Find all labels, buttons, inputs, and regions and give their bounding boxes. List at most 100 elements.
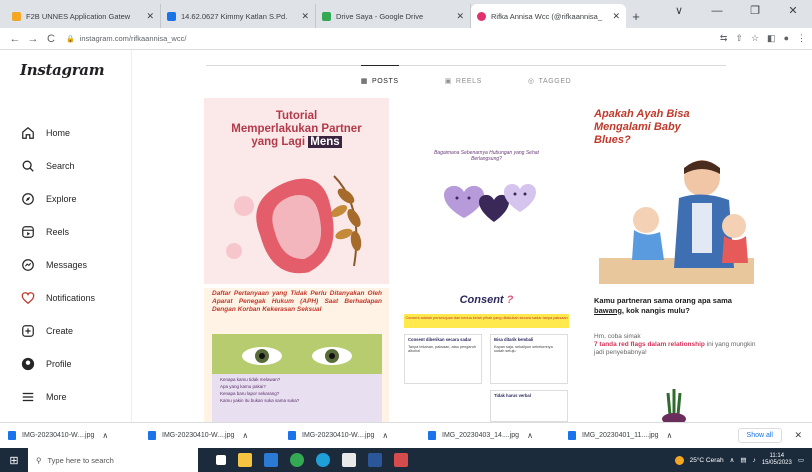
chevron-up-icon[interactable]: ∧ <box>667 431 673 440</box>
address-bar-row: ← → C 🔒 instagram.com/rifkaannisa_wcc/ ⇆ … <box>0 28 812 50</box>
show-all-downloads-button[interactable]: Show all <box>737 428 782 443</box>
task-view-icon[interactable] <box>216 455 226 465</box>
list-item: Kenapa kamu tidak melawan? <box>220 377 281 382</box>
sanitary-pad-illustration <box>226 175 362 274</box>
weather-text[interactable]: 25°C Cerah <box>690 457 724 464</box>
tab-search-button[interactable]: ∨ <box>660 0 698 22</box>
download-item[interactable]: IMG_20230401_11....jpg ∧ <box>568 431 708 440</box>
chevron-up-icon[interactable]: ∧ <box>102 431 108 440</box>
word-icon[interactable] <box>368 453 382 467</box>
instagram-logo[interactable]: Instagram <box>20 61 105 79</box>
post-tile[interactable]: Consent ? Consent adalah persetujuan dar… <box>394 288 579 422</box>
close-tab-icon[interactable]: ✕ <box>456 11 464 22</box>
clock[interactable]: 11:14 15/05/2023 <box>762 453 792 467</box>
highlight-banner: Consent adalah persetujuan dari kedua be… <box>404 314 569 328</box>
chevron-up-icon[interactable]: ∧ <box>242 431 248 440</box>
back-arrow-icon[interactable]: ← <box>6 33 24 45</box>
info-box: Tidak harus verbal <box>490 390 568 422</box>
browser-tab[interactable]: F2B UNNES Application Gatew ✕ <box>6 4 161 28</box>
tab-reels[interactable]: ▣ REELS <box>445 66 482 87</box>
sidebar-item-reels[interactable]: Reels <box>20 224 69 240</box>
store-icon[interactable] <box>342 453 356 467</box>
browser-tab[interactable]: Drive Saya - Google Drive ✕ <box>316 4 471 28</box>
file-explorer-icon[interactable] <box>238 453 252 467</box>
sidebar-item-profile[interactable]: Profile <box>20 356 72 372</box>
onion-illustration <box>662 389 686 422</box>
download-item[interactable]: IMG-20230410-W....jpg ∧ <box>8 431 148 440</box>
sidebar-toggle-icon[interactable]: ◧ <box>767 33 776 44</box>
sidebar-item-create[interactable]: Create <box>20 323 73 339</box>
instagram-sidebar: Instagram Home Search Explore Reels Mess… <box>0 50 132 422</box>
post-tile[interactable]: Apakah Ayah Bisa Mengalami Baby Blues? <box>584 98 769 284</box>
chrome-icon[interactable] <box>290 453 304 467</box>
post-tile[interactable]: Bagaimana Sebenarnya Hubungan yang Sehat… <box>394 98 579 284</box>
bookmark-star-icon[interactable]: ☆ <box>751 33 759 44</box>
close-tab-icon[interactable]: ✕ <box>612 11 620 22</box>
new-tab-button[interactable]: + <box>626 4 646 28</box>
minimize-button[interactable]: — <box>698 0 736 22</box>
profile-tabs: ▦ POSTS ▣ REELS ◎ TAGGED <box>206 65 726 87</box>
download-item[interactable]: IMG-20230410-W....jpg ∧ <box>288 431 428 440</box>
post-title: Tutorial Memperlakukan Partner yang Lagi… <box>231 110 362 148</box>
volume-icon[interactable]: ♪ <box>753 457 756 464</box>
search-icon: ⚲ <box>36 455 42 465</box>
close-downloads-icon[interactable]: ✕ <box>794 430 802 441</box>
profile-avatar-icon[interactable]: ● <box>784 33 789 44</box>
post-title: Apakah Ayah Bisa Mengalami Baby Blues? <box>594 108 690 146</box>
reload-icon[interactable]: C <box>42 33 60 45</box>
mail-icon[interactable] <box>264 453 278 467</box>
post-body: Hm, coba simak 7 tanda red flags dalam r… <box>594 333 756 356</box>
image-file-icon <box>428 431 436 440</box>
close-window-button[interactable]: ✕ <box>774 0 812 22</box>
post-heading: Daftar Pertanyaan yang Tidak Perlu Ditan… <box>212 290 382 313</box>
browser-tab-strip: F2B UNNES Application Gatew ✕ 14.62.0627 … <box>0 0 812 28</box>
tagged-icon: ◎ <box>527 78 535 85</box>
search-icon <box>20 158 36 174</box>
sidebar-item-messages[interactable]: Messages <box>20 257 87 273</box>
chevron-up-icon[interactable]: ∧ <box>382 431 388 440</box>
notifications-icon[interactable]: ▭ <box>798 456 804 464</box>
home-icon <box>20 125 36 141</box>
close-tab-icon[interactable]: ✕ <box>146 11 154 22</box>
sidebar-item-explore[interactable]: Explore <box>20 191 77 207</box>
info-box: Bisa ditarik kembali Kapan saja, sekalipu… <box>490 334 568 384</box>
chevron-up-icon[interactable]: ∧ <box>730 456 735 464</box>
browser-tab-active[interactable]: Rifka Annisa Wcc (@rifkaannisa_ ✕ <box>471 4 626 28</box>
translate-icon[interactable]: ⇆ <box>720 33 728 44</box>
list-item: Kenapa baru lapor sekarang? <box>220 391 280 396</box>
post-tile[interactable]: Kamu partneran sama orang apa sama bawan… <box>584 288 769 422</box>
image-file-icon <box>148 431 156 440</box>
instagram-page: Instagram Home Search Explore Reels Mess… <box>0 50 812 422</box>
download-item[interactable]: IMG-20230410-W....jpg ∧ <box>148 431 288 440</box>
image-file-icon <box>288 431 296 440</box>
tab-posts[interactable]: ▦ POSTS <box>360 65 399 87</box>
post-title: Consent ? <box>459 294 514 306</box>
sidebar-item-search[interactable]: Search <box>20 158 75 174</box>
downloads-bar: IMG-20230410-W....jpg ∧ IMG-20230410-W...… <box>0 422 812 448</box>
url-field[interactable]: 🔒 instagram.com/rifkaannisa_wcc/ <box>66 31 710 47</box>
restore-button[interactable]: ❐ <box>736 0 774 22</box>
sidebar-item-notifications[interactable]: Notifications <box>20 290 95 306</box>
post-tile[interactable]: Daftar Pertanyaan yang Tidak Perlu Ditan… <box>204 288 389 422</box>
heart-icon <box>20 290 36 306</box>
taskbar-search-field[interactable]: ⚲ Type here to search <box>28 448 198 472</box>
sidebar-item-home[interactable]: Home <box>20 125 70 141</box>
forward-arrow-icon[interactable]: → <box>24 33 42 45</box>
close-tab-icon[interactable]: ✕ <box>301 11 309 22</box>
image-file-icon <box>568 431 576 440</box>
browser-tab[interactable]: 14.62.0627 Kimmy Katlan S.Pd. ✕ <box>161 4 316 28</box>
app-icon[interactable] <box>394 453 408 467</box>
kebab-menu-icon[interactable]: ⋮ <box>797 33 806 44</box>
tab-tagged[interactable]: ◎ TAGGED <box>528 66 571 87</box>
sidebar-item-more[interactable]: More <box>20 389 67 405</box>
lock-icon: 🔒 <box>66 35 75 43</box>
chevron-up-icon[interactable]: ∧ <box>527 431 533 440</box>
favicon-icon <box>12 11 21 21</box>
windows-start-icon[interactable]: ⊞ <box>0 454 28 467</box>
download-item[interactable]: IMG_20230403_14....jpg ∧ <box>428 431 568 440</box>
network-icon[interactable]: ▤ <box>740 456 746 464</box>
drive-favicon-icon <box>322 11 331 21</box>
edge-icon[interactable] <box>316 453 330 467</box>
share-icon[interactable]: ⇧ <box>735 33 743 44</box>
post-tile[interactable]: Tutorial Memperlakukan Partner yang Lagi… <box>204 98 389 284</box>
